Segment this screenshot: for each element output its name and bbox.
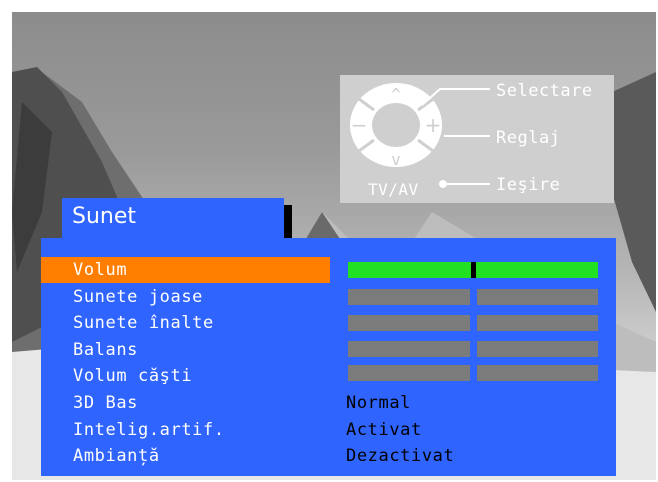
menu-item-sunete-joase[interactable]: Sunete joase: [41, 284, 330, 310]
tv-av-button-label: TV/AV: [368, 180, 419, 199]
bass-slider-right[interactable]: [477, 289, 598, 305]
headphone-volume-slider-left[interactable]: [348, 365, 470, 381]
bass-slider-left[interactable]: [348, 289, 470, 305]
up-arrow-icon: ^: [391, 85, 401, 104]
menu-item-label: Sunete joase: [73, 287, 204, 307]
menu-title: Sunet: [72, 204, 137, 229]
menu-item-label: Volum: [73, 260, 128, 280]
menu-item-volum[interactable]: Volum: [41, 257, 330, 283]
plus-icon: +: [425, 113, 442, 137]
headphone-volume-slider-right[interactable]: [477, 365, 598, 381]
menu-item-label: Intelig.artif.: [73, 420, 225, 440]
3d-bas-value[interactable]: Normal: [346, 393, 411, 413]
menu-item-3d-bas[interactable]: 3D Bas: [41, 390, 330, 416]
legend-select: Selectare: [496, 81, 593, 101]
menu-title-box: Sunet: [62, 198, 284, 238]
remote-legend-panel: ^ v − + Selectare Reglaj Ieşire TV/AV: [340, 75, 614, 203]
menu-item-ambianta[interactable]: Ambianță: [41, 443, 330, 469]
menu-item-sunete-inalte[interactable]: Sunete înalte: [41, 310, 330, 336]
volume-slider[interactable]: [348, 262, 598, 278]
menu-item-intelig-artif[interactable]: Intelig.artif.: [41, 417, 330, 443]
menu-item-label: 3D Bas: [73, 393, 139, 413]
legend-exit: Ieşire: [496, 175, 561, 195]
menu-item-volum-casti[interactable]: Volum căşti: [41, 363, 330, 389]
minus-icon: −: [351, 113, 368, 137]
treble-slider-left[interactable]: [348, 315, 470, 331]
menu-item-label: Ambianță: [73, 446, 160, 466]
intelig-artif-value[interactable]: Activat: [346, 420, 422, 440]
sound-menu: Volum Sunete joase Sunete înalte Balans …: [41, 238, 616, 476]
treble-slider-right[interactable]: [477, 315, 598, 331]
balance-slider-right[interactable]: [477, 341, 598, 357]
down-arrow-icon: v: [391, 150, 401, 169]
menu-item-label: Volum căşti: [73, 366, 193, 386]
menu-item-balans[interactable]: Balans: [41, 337, 330, 363]
volume-slider-marker[interactable]: [471, 262, 476, 278]
legend-adjust: Reglaj: [496, 128, 561, 148]
menu-item-label: Balans: [73, 340, 139, 360]
balance-slider-left[interactable]: [348, 341, 470, 357]
ambianta-value[interactable]: Dezactivat: [346, 446, 454, 466]
menu-item-label: Sunete înalte: [73, 313, 214, 333]
